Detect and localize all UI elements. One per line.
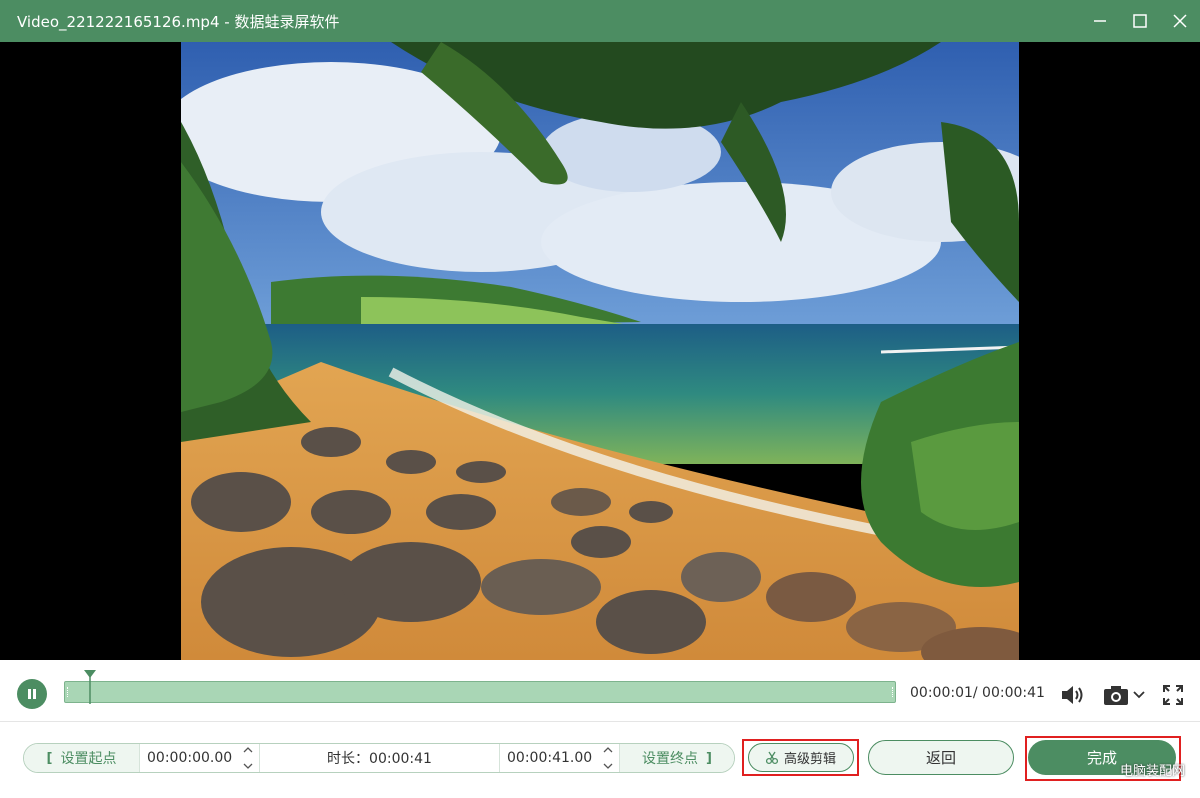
window-controls <box>1080 0 1200 42</box>
start-time-value: 00:00:00.00 <box>147 750 233 766</box>
playback-bar: 00:00:01/ 00:00:41 <box>0 660 1200 722</box>
chevron-down-icon[interactable] <box>603 763 613 770</box>
video-frame-beach-scene <box>181 42 1019 660</box>
timeline-start-handle[interactable] <box>67 687 70 697</box>
advanced-edit-button[interactable]: 高级剪辑 <box>747 743 854 772</box>
title-bar: Video_221222165126.mp4 - 数据蛙录屏软件 <box>0 0 1200 42</box>
video-frame-image <box>181 42 1019 660</box>
close-icon <box>1173 14 1187 28</box>
video-editor-window: Video_221222165126.mp4 - 数据蛙录屏软件 00:00:0… <box>0 0 1200 798</box>
minimize-button[interactable] <box>1080 0 1120 42</box>
maximize-button[interactable] <box>1120 0 1160 42</box>
chevron-down-icon[interactable] <box>1132 690 1146 700</box>
chevron-down-icon[interactable] <box>243 763 253 770</box>
pause-button[interactable] <box>17 679 47 709</box>
back-button[interactable]: 返回 <box>868 740 1014 775</box>
fullscreen-icon <box>1163 685 1183 705</box>
end-time-stepper[interactable] <box>602 746 614 770</box>
set-end-button[interactable]: 设置终点 ] <box>620 744 734 772</box>
camera-icon <box>1104 686 1128 705</box>
timeline-end-handle[interactable] <box>892 687 895 697</box>
pause-icon <box>28 689 36 699</box>
end-time-value: 00:00:41.00 <box>507 750 593 766</box>
set-start-label: 设置起点 <box>60 751 117 767</box>
window-title: Video_221222165126.mp4 - 数据蛙录屏软件 <box>17 12 340 31</box>
scissors-icon <box>765 751 779 764</box>
speaker-icon <box>1062 686 1083 704</box>
advanced-edit-label: 高级剪辑 <box>783 752 836 767</box>
screenshot-button[interactable] <box>1100 682 1148 708</box>
set-end-label: 设置终点 <box>642 751 699 767</box>
end-time-field[interactable]: 00:00:41.00 <box>500 744 620 772</box>
video-preview-area[interactable] <box>0 42 1200 660</box>
playhead-marker[interactable] <box>83 670 96 706</box>
timeline-track[interactable] <box>64 681 896 703</box>
duration-label: 时长：00:00:41 <box>327 751 432 767</box>
start-time-stepper[interactable] <box>242 746 254 770</box>
back-label: 返回 <box>925 749 956 767</box>
duration-display: 时长：00:00:41 <box>260 744 500 772</box>
watermark-text: 电脑装配网 <box>1120 764 1186 779</box>
start-time-field[interactable]: 00:00:00.00 <box>140 744 260 772</box>
chevron-up-icon[interactable] <box>243 746 253 753</box>
done-label: 完成 <box>1086 749 1117 767</box>
volume-button[interactable] <box>1058 682 1088 708</box>
fullscreen-button[interactable] <box>1160 682 1186 708</box>
trim-range-controls: [ 设置起点 00:00:00.00 时长：00:00:41 00:00:41.… <box>23 743 735 773</box>
maximize-icon <box>1133 14 1147 28</box>
start-bracket-icon: [ <box>46 750 53 766</box>
advanced-edit-highlight: 高级剪辑 <box>742 739 859 776</box>
set-start-button[interactable]: [ 设置起点 <box>24 744 140 772</box>
time-display: 00:00:01/ 00:00:41 <box>910 685 1045 701</box>
chevron-up-icon[interactable] <box>603 746 613 753</box>
end-bracket-icon: ] <box>706 750 712 766</box>
minimize-icon <box>1094 20 1106 22</box>
trim-edit-bar: [ 设置起点 00:00:00.00 时长：00:00:41 00:00:41.… <box>0 722 1200 798</box>
close-button[interactable] <box>1160 0 1200 42</box>
